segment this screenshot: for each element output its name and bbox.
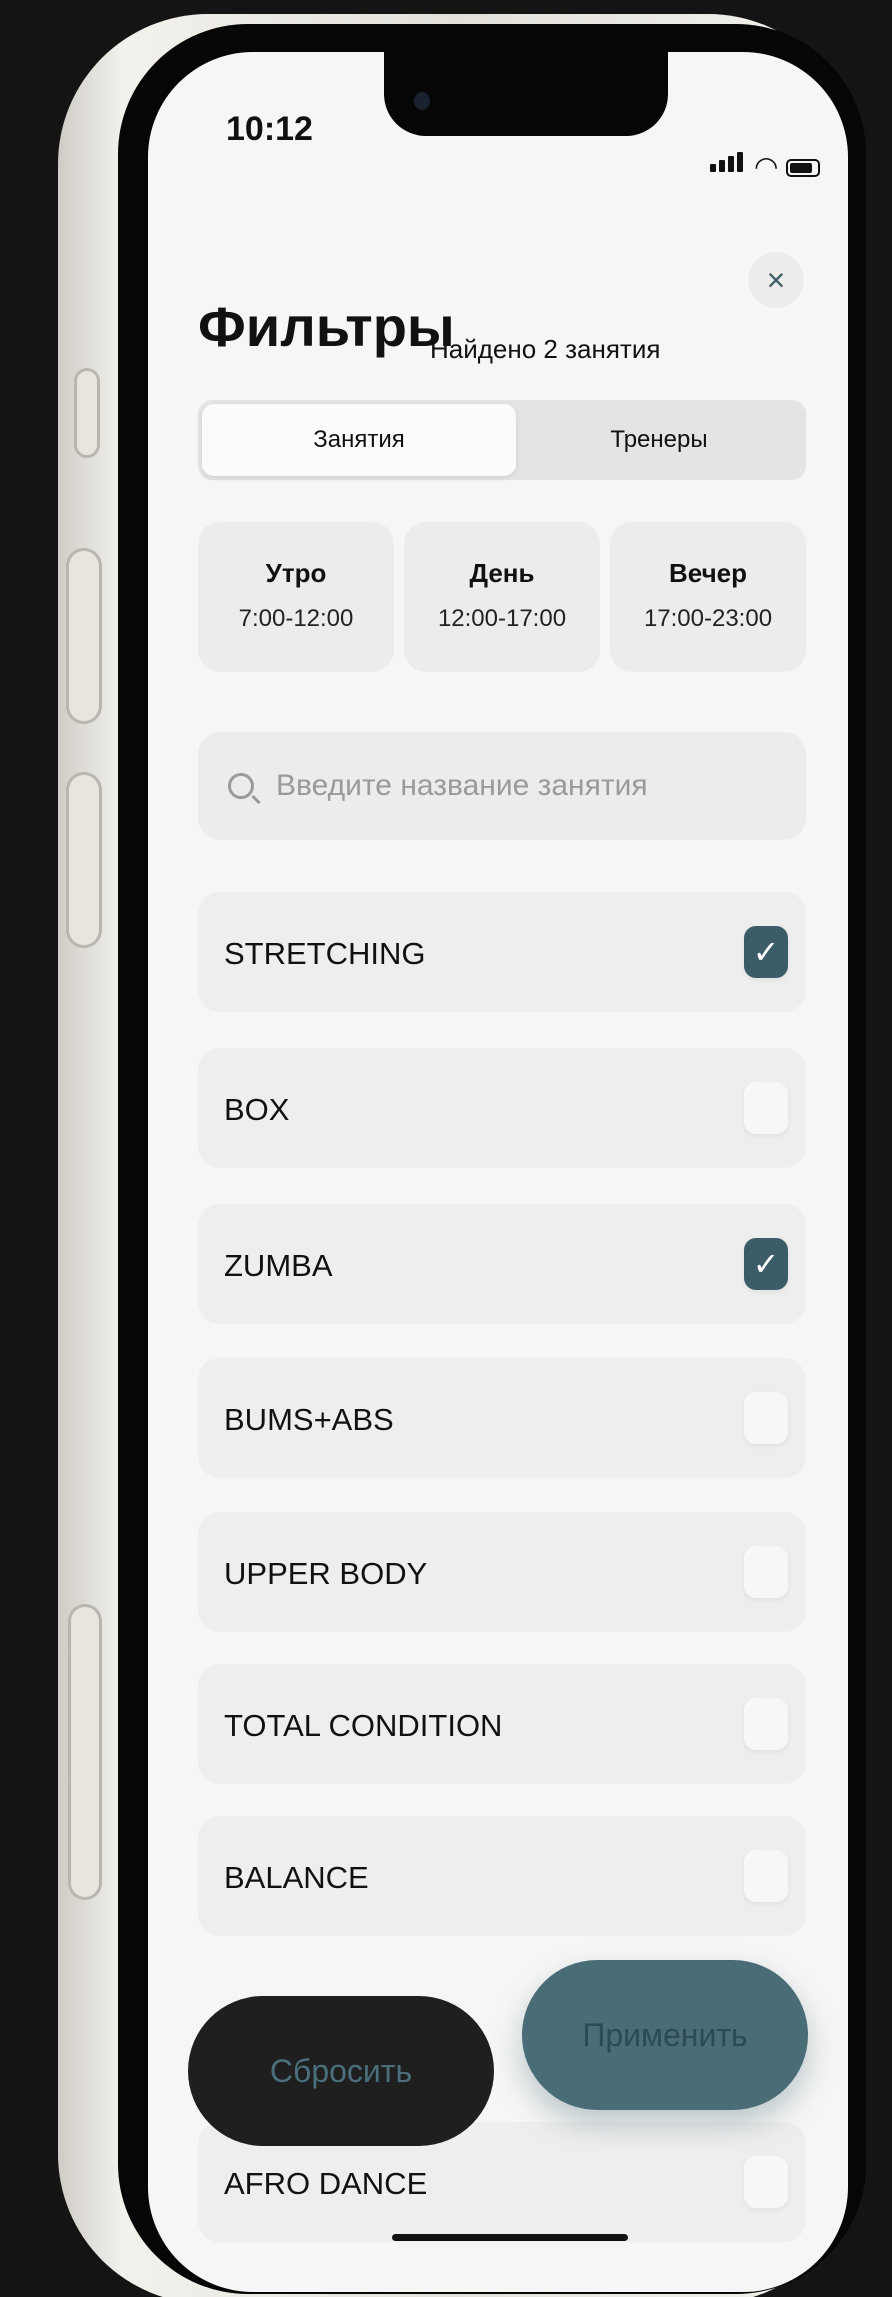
- list-item-label: BOX: [224, 1092, 290, 1127]
- checkbox-unchecked[interactable]: [744, 1850, 788, 1902]
- status-icons: ◠: [710, 151, 821, 182]
- time-slot-range: 17:00-23:00: [643, 605, 773, 632]
- time-slot-range: 12:00-17:00: [437, 605, 567, 632]
- checkbox-unchecked[interactable]: [744, 1546, 788, 1598]
- battery-icon: [786, 159, 821, 177]
- checkbox-unchecked[interactable]: [744, 1392, 788, 1444]
- time-slot-day[interactable]: День 12:00-17:00: [404, 522, 600, 672]
- search-input[interactable]: [276, 769, 756, 803]
- wifi-icon: ◠: [754, 151, 779, 182]
- volume-up-button: [66, 548, 102, 724]
- checkbox-unchecked[interactable]: [744, 1082, 788, 1134]
- notch: [384, 52, 668, 136]
- checkbox-unchecked[interactable]: [744, 1698, 788, 1750]
- app-screen: 10:12 ◠ × Фильтры Найдено 2 занятия Заня…: [148, 52, 848, 2292]
- time-slot-name: День: [469, 558, 535, 588]
- search-bar: [198, 732, 806, 840]
- list-item-label: ZUMBA: [224, 1248, 333, 1283]
- list-item-label: TOTAL CONDITION: [224, 1708, 503, 1743]
- reset-button[interactable]: Сбросить: [188, 1996, 494, 2146]
- list-item-stretching[interactable]: STRETCHING ✓: [198, 892, 806, 1012]
- list-item-total-condition[interactable]: TOTAL CONDITION: [198, 1664, 806, 1784]
- list-item-zumba[interactable]: ZUMBA ✓: [198, 1204, 806, 1324]
- search-icon: [228, 773, 254, 799]
- checkbox-unchecked[interactable]: [744, 2156, 788, 2208]
- tab-trainers[interactable]: Тренеры: [516, 404, 802, 476]
- signal-icon: [710, 152, 746, 177]
- checkmark-icon: ✓: [752, 934, 780, 970]
- volume-down-button: [66, 772, 102, 948]
- checkbox-checked[interactable]: ✓: [744, 1238, 788, 1290]
- list-item-label: STRETCHING: [224, 936, 426, 971]
- tab-switcher: Занятия Тренеры: [198, 400, 806, 480]
- close-button[interactable]: ×: [748, 252, 804, 308]
- silent-switch: [74, 368, 100, 458]
- time-slot-evening[interactable]: Вечер 17:00-23:00: [610, 522, 806, 672]
- close-icon: ×: [766, 262, 786, 298]
- front-camera: [414, 92, 430, 110]
- list-item-label: BALANCE: [224, 1860, 369, 1895]
- checkmark-icon: ✓: [752, 1246, 780, 1282]
- home-indicator[interactable]: [392, 2234, 628, 2241]
- time-slot-range: 7:00-12:00: [238, 605, 354, 632]
- sim-tray: [68, 1604, 102, 1900]
- page-title: Фильтры: [198, 295, 455, 358]
- apply-button[interactable]: Применить: [522, 1960, 808, 2110]
- list-item-balance[interactable]: BALANCE: [198, 1816, 806, 1936]
- time-slot-name: Вечер: [668, 558, 748, 588]
- status-time: 10:12: [226, 110, 313, 148]
- time-slot-name: Утро: [265, 558, 327, 588]
- time-slot-morning[interactable]: Утро 7:00-12:00: [198, 522, 394, 672]
- list-item-box[interactable]: BOX: [198, 1048, 806, 1168]
- list-item-label: AFRO DANCE: [224, 2166, 428, 2201]
- list-item-label: UPPER BODY: [224, 1556, 428, 1591]
- results-count: Найдено 2 занятия: [430, 334, 661, 364]
- tab-classes[interactable]: Занятия: [202, 404, 516, 476]
- list-item-bums-abs[interactable]: BUMS+ABS: [198, 1358, 806, 1478]
- checkbox-checked[interactable]: ✓: [744, 926, 788, 978]
- list-item-upper-body[interactable]: UPPER BODY: [198, 1512, 806, 1632]
- list-item-label: BUMS+ABS: [224, 1402, 394, 1437]
